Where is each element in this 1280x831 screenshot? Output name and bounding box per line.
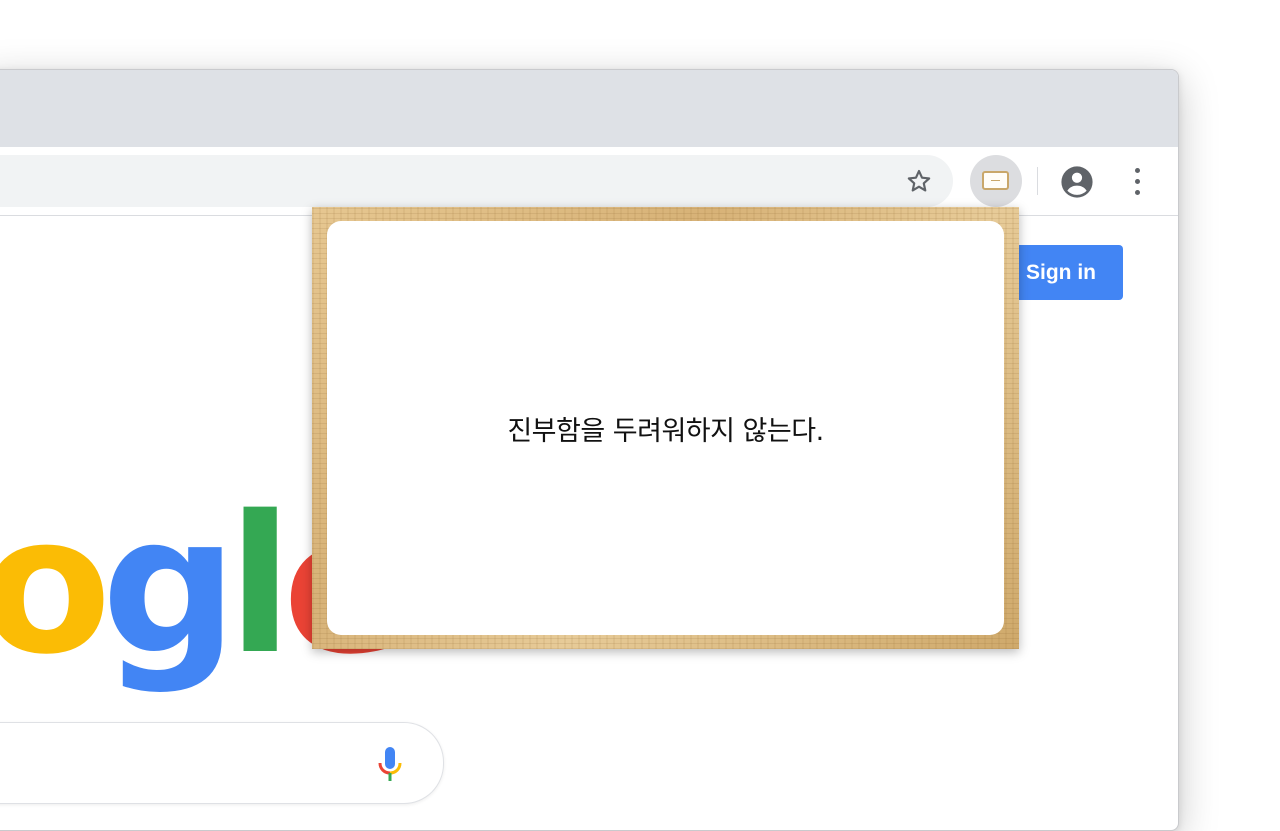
quote-card: 진부함을 두려워하지 않는다. (327, 221, 1004, 635)
more-vert-icon[interactable] (1129, 168, 1145, 196)
menu-dot (1135, 168, 1140, 173)
search-input[interactable] (0, 722, 444, 804)
toolbar-divider (1037, 167, 1038, 195)
wooden-frame-icon (982, 171, 1009, 190)
quote-text: 진부함을 두려워하지 않는다. (507, 415, 824, 447)
logo-letter-l: l (227, 475, 293, 696)
star-outline-icon[interactable] (906, 168, 932, 194)
address-bar[interactable] (0, 155, 953, 207)
logo-letter-o: o (0, 475, 112, 696)
account-circle-icon[interactable] (1060, 165, 1094, 199)
extension-button[interactable] (970, 155, 1022, 207)
logo-letter-g: g (101, 475, 238, 696)
tab-strip (0, 70, 1178, 147)
extension-popup: 진부함을 두려워하지 않는다. (312, 207, 1019, 649)
menu-dot (1135, 190, 1140, 195)
menu-dot (1135, 179, 1140, 184)
microphone-icon[interactable] (377, 745, 403, 785)
browser-toolbar (0, 147, 1178, 216)
